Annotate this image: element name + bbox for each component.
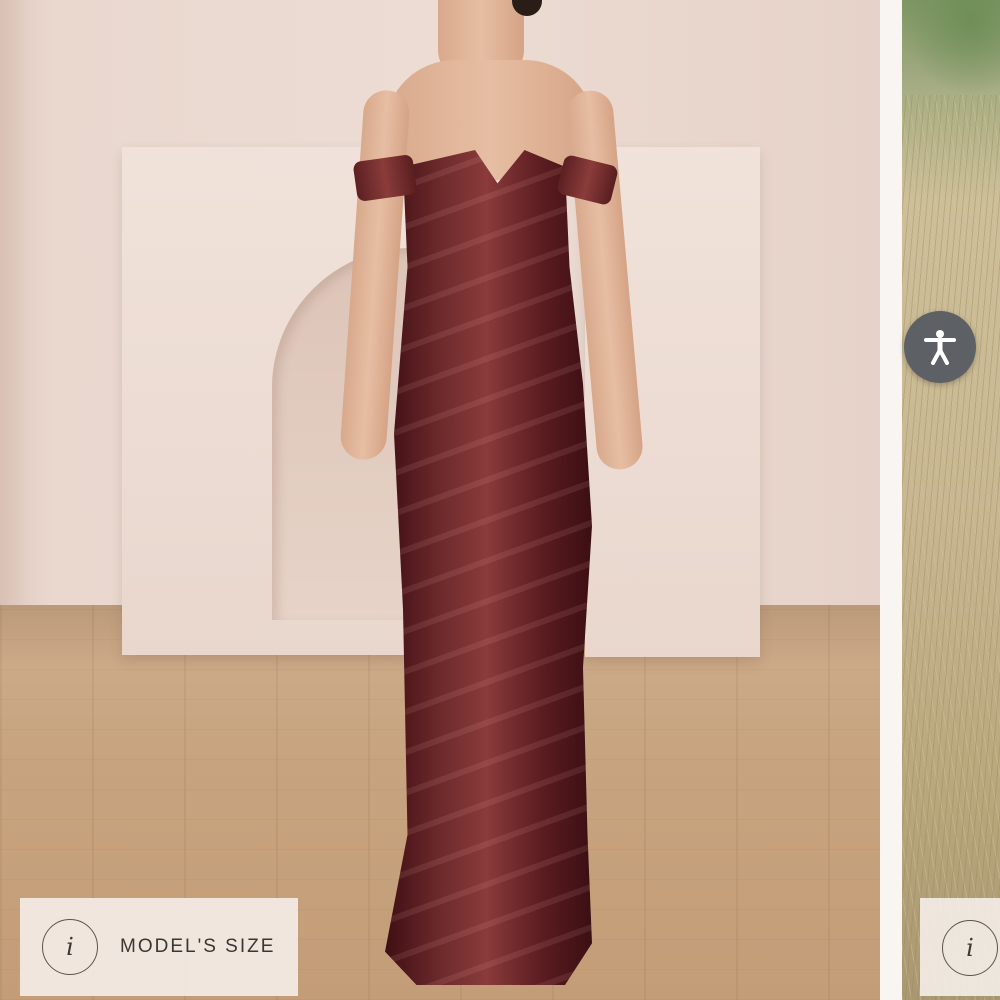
info-icon: i <box>42 919 98 975</box>
next-models-size-button[interactable]: i <box>920 898 1000 996</box>
product-image-gallery: i MODEL'S SIZE i <box>0 0 1000 1000</box>
gown-sleeve-left <box>352 154 418 202</box>
product-image-main[interactable]: i MODEL'S SIZE <box>0 0 880 1000</box>
models-size-button[interactable]: i MODEL'S SIZE <box>20 898 298 996</box>
accessibility-button[interactable] <box>904 311 976 383</box>
model-figure <box>0 0 880 1000</box>
models-size-label: MODEL'S SIZE <box>120 936 276 957</box>
background-greenery <box>902 0 1000 95</box>
accessibility-person-icon <box>924 330 956 365</box>
slide-divider <box>880 0 902 1000</box>
product-image-next[interactable]: i <box>902 0 1000 1000</box>
info-icon: i <box>942 920 998 976</box>
velvet-gown <box>385 150 592 985</box>
